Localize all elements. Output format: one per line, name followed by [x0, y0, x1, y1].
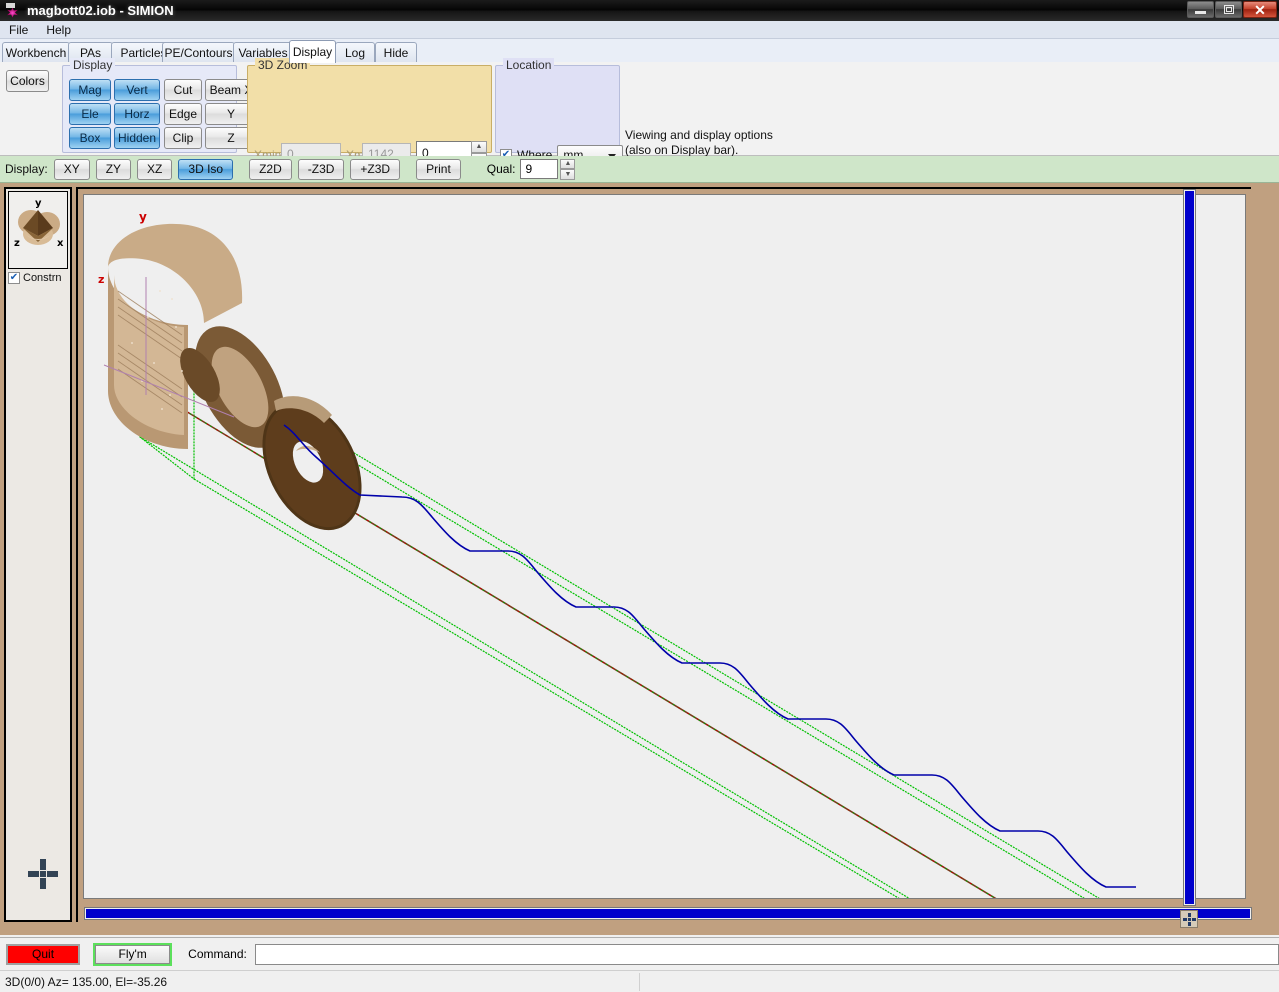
display-options-panel: Colors Display Mag Vert Cut Beam X Ele H… — [0, 58, 1279, 209]
view-button-zy[interactable]: ZY — [95, 158, 132, 180]
button-box[interactable]: Box — [69, 127, 111, 149]
button-hidden[interactable]: Hidden — [114, 127, 160, 149]
button-edge[interactable]: Edge — [164, 103, 202, 125]
command-label: Command: — [188, 947, 247, 961]
maximize-icon — [1223, 5, 1234, 14]
button-horz[interactable]: Horz — [114, 103, 160, 125]
display-button-group: Display Mag Vert Cut Beam X Ele Horz Edg… — [62, 58, 257, 153]
side-panel: y z x ✔ Constrn — [4, 187, 72, 922]
button-mag[interactable]: Mag — [69, 79, 111, 101]
display-group-legend: Display — [70, 58, 116, 72]
tab-log[interactable]: Log — [335, 42, 375, 63]
qual-stepper[interactable]: ▲ ▼ — [560, 158, 576, 180]
help-text: Viewing and display options (also on Dis… — [625, 128, 965, 158]
simion-main-window: magbott02.iob - SIMION ✕ File Help Workb… — [0, 0, 1279, 992]
status-bar: 3D(0/0) Az= 135.00, El=-35.26 — [0, 970, 1279, 992]
command-input[interactable] — [254, 943, 1279, 965]
viewport-axis-label-y: y — [139, 210, 147, 224]
close-icon: ✕ — [1254, 1, 1266, 18]
print-button[interactable]: Print — [416, 158, 461, 180]
qual-label: Qual: — [486, 162, 516, 176]
tab-strip: Workbench PAs Particles PE/Contours Vari… — [0, 39, 1279, 63]
resize-grip-icon[interactable] — [1180, 910, 1198, 928]
orientation-sphere-icon: y z x — [14, 198, 64, 249]
menu-item-help[interactable]: Help — [37, 22, 80, 38]
view-button-minus-z3d[interactable]: -Z3D — [297, 158, 345, 180]
svg-text:y: y — [35, 198, 42, 209]
3d-viewport[interactable]: y z x — [83, 194, 1246, 899]
location-group: Location — [495, 58, 620, 153]
window-title: magbott02.iob - SIMION — [27, 3, 174, 18]
constrain-label: Constrn — [23, 272, 62, 284]
button-ele[interactable]: Ele — [69, 103, 111, 125]
command-bar: Quit Fly'm Command: — [0, 937, 1279, 970]
display-bar-label: Display: — [5, 162, 48, 176]
svg-text:x: x — [57, 238, 64, 249]
work-area: y z x ✔ Constrn y z — [0, 183, 1279, 935]
svg-text:z: z — [14, 238, 20, 249]
tab-pe-contours[interactable]: PE/Contours — [162, 42, 235, 63]
view-button-3d-iso[interactable]: 3D Iso — [178, 158, 234, 180]
qual-input[interactable]: 9 — [520, 159, 559, 179]
minimize-button[interactable] — [1187, 1, 1214, 18]
close-button[interactable]: ✕ — [1243, 1, 1277, 18]
view-button-z2d[interactable]: Z2D — [249, 158, 292, 180]
qual-stepper-down-icon[interactable]: ▼ — [560, 169, 576, 180]
tab-display[interactable]: Display — [289, 40, 336, 63]
button-clip[interactable]: Clip — [164, 127, 202, 149]
location-group-legend: Location — [503, 58, 555, 72]
flym-label: Fly'm — [95, 944, 171, 964]
button-vert[interactable]: Vert — [114, 79, 160, 101]
zoom-group: 3D Zoom — [247, 58, 492, 153]
tab-workbench[interactable]: Workbench — [2, 42, 70, 63]
constrain-checkbox[interactable]: ✔ — [8, 272, 20, 284]
horizontal-scroll-thumb[interactable] — [86, 909, 1250, 918]
display-bar: Display: XY ZY XZ 3D Iso Z2D -Z3D +Z3D P… — [0, 156, 1279, 183]
title-bar: magbott02.iob - SIMION ✕ — [0, 0, 1279, 21]
menu-bar: File Help — [0, 21, 1279, 39]
orientation-widget[interactable]: y z x — [8, 191, 68, 269]
move-crosshair-icon[interactable] — [28, 859, 58, 889]
status-separator — [639, 973, 640, 991]
minimize-icon — [1195, 11, 1206, 14]
vertical-scrollbar[interactable] — [1183, 189, 1196, 906]
3d-scene: y z x — [84, 195, 1245, 898]
colors-button[interactable]: Colors — [6, 70, 49, 92]
view-button-xz[interactable]: XZ — [137, 158, 173, 180]
menu-item-file[interactable]: File — [0, 22, 37, 38]
window-buttons: ✕ — [1186, 1, 1277, 18]
zoom-stepper-up-icon[interactable]: ▲ — [471, 141, 487, 153]
button-cut[interactable]: Cut — [164, 79, 202, 101]
view-button-plus-z3d[interactable]: +Z3D — [350, 158, 401, 180]
vertical-scroll-thumb[interactable] — [1185, 191, 1194, 904]
viewport-axis-label-z: z — [98, 273, 104, 286]
view-button-xy[interactable]: XY — [53, 158, 90, 180]
viewport-frame: y z x — [76, 187, 1252, 922]
help-line-1: Viewing and display options — [625, 128, 773, 142]
tab-hide[interactable]: Hide — [375, 42, 417, 63]
quit-button[interactable]: Quit — [6, 943, 81, 965]
flym-button[interactable]: Fly'm — [93, 942, 173, 966]
simion-app-icon — [5, 2, 21, 19]
maximize-button[interactable] — [1215, 1, 1242, 18]
status-text: 3D(0/0) Az= 135.00, El=-35.26 — [5, 974, 168, 989]
qual-stepper-up-icon[interactable]: ▲ — [560, 158, 576, 169]
horizontal-scrollbar[interactable] — [84, 907, 1252, 920]
quit-label: Quit — [32, 947, 55, 961]
constrain-row[interactable]: ✔ Constrn — [8, 272, 62, 284]
